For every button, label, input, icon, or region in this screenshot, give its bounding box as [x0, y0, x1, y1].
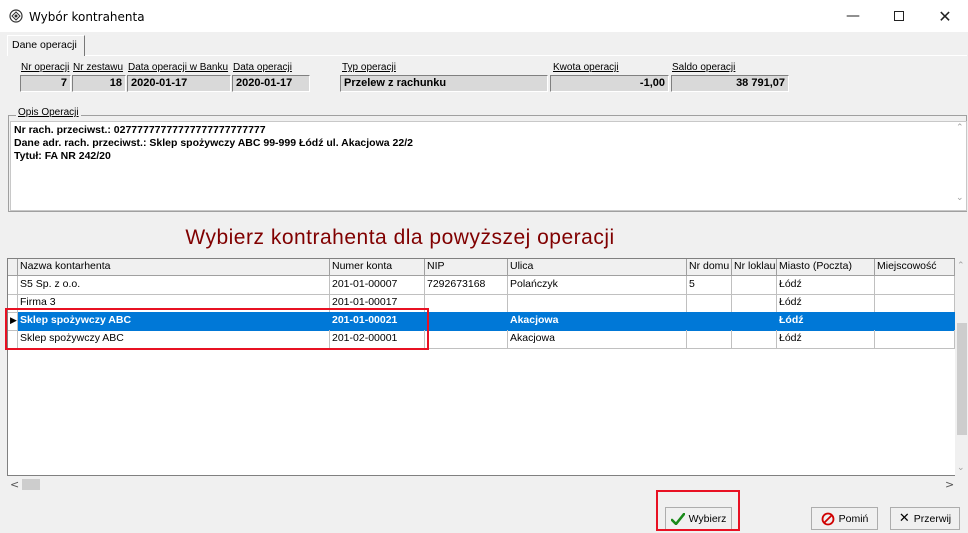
grid-indicator-header	[8, 259, 18, 276]
cancel-x-icon: ✕	[898, 511, 910, 526]
tab-dane-operacji[interactable]: Dane operacji	[7, 35, 85, 56]
wybierz-highlight-box	[656, 490, 740, 531]
row-indicator[interactable]	[8, 276, 18, 295]
data-operacji-label: Data operacji	[233, 62, 292, 73]
scroll-down-icon[interactable]: ⌄	[956, 193, 964, 203]
tab-divider	[7, 55, 967, 56]
table-row-cell[interactable]: Polańczyk	[508, 276, 687, 295]
table-row-cell[interactable]	[425, 294, 508, 313]
col-header-nr-domu[interactable]: Nr domu	[687, 259, 732, 276]
app-icon	[9, 9, 23, 23]
typ-operacji-label: Typ operacji	[342, 62, 396, 73]
table-row-cell-selected[interactable]	[425, 312, 508, 331]
table-row-cell[interactable]	[875, 330, 955, 349]
select-contractor-heading: Wybierz kontrahenta dla powyższej operac…	[185, 226, 615, 249]
col-header-miejscowosc[interactable]: Miejscowość	[875, 259, 955, 276]
data-bank-label: Data operacji w Banku	[128, 62, 229, 73]
table-row-cell[interactable]	[687, 294, 732, 313]
nr-zestawu-label: Nr zestawu	[73, 62, 124, 73]
prohibited-icon	[821, 512, 835, 525]
table-row-cell[interactable]: 7292673168	[425, 276, 508, 295]
grid-scroll-left-icon[interactable]: <	[10, 478, 19, 491]
col-header-miasto[interactable]: Miasto (Poczta)	[777, 259, 875, 276]
col-header-nr-lokalu[interactable]: Nr loklau	[732, 259, 777, 276]
col-header-numer-konta[interactable]: Numer konta	[330, 259, 425, 276]
title-bar	[0, 0, 968, 32]
przerwij-button[interactable]: ✕ Przerwij	[890, 507, 960, 530]
table-row-cell-selected[interactable]	[687, 312, 732, 331]
kwota-operacji-field: -1,00	[550, 75, 669, 92]
pomin-label: Pomiń	[838, 512, 869, 525]
pomin-button[interactable]: Pomiń	[811, 507, 878, 530]
memo-line-account: Nr rach. przeciwst.: 0277777777777777777…	[14, 124, 266, 136]
col-header-nazwa[interactable]: Nazwa kontarhenta	[18, 259, 330, 276]
opis-operacji-label: Opis Operacji	[16, 107, 81, 118]
grid-vertical-thumb[interactable]	[957, 323, 967, 435]
table-row-cell-selected[interactable]: Akacjowa	[508, 312, 687, 331]
data-operacji-field: 2020-01-17	[232, 75, 310, 92]
table-row-cell[interactable]	[875, 276, 955, 295]
col-header-ulica[interactable]: Ulica	[508, 259, 687, 276]
minimize-button[interactable]: —	[830, 0, 876, 32]
table-row-cell-selected[interactable]: Łódź	[777, 312, 875, 331]
typ-operacji-field: Przelew z rachunku	[340, 75, 548, 92]
memo-line-title: Tytuł: FA NR 242/20	[14, 150, 111, 162]
memo-line-address: Dane adr. rach. przeciwst.: Sklep spożyw…	[14, 137, 413, 149]
selection-highlight-box	[5, 308, 429, 350]
scroll-up-icon[interactable]: ⌃	[956, 123, 964, 133]
grid-scroll-down-icon[interactable]: ⌄	[957, 463, 965, 473]
table-row-cell[interactable]: Łódź	[777, 294, 875, 313]
table-row-cell[interactable]: Akacjowa	[508, 330, 687, 349]
kwota-operacji-label: Kwota operacji	[553, 62, 619, 73]
saldo-operacji-field: 38 791,07	[671, 75, 789, 92]
table-row-cell[interactable]	[687, 330, 732, 349]
table-row-cell-selected[interactable]	[732, 312, 777, 331]
table-row-cell[interactable]	[425, 330, 508, 349]
memo-scrollbar[interactable]: ⌃ ⌄	[955, 122, 966, 210]
nr-zestawu-field: 18	[72, 75, 126, 92]
nr-operacji-label: Nr operacji	[21, 62, 70, 73]
table-row-cell[interactable]: 201-01-00007	[330, 276, 425, 295]
grid-horizontal-thumb[interactable]	[22, 479, 40, 490]
table-row-cell[interactable]: S5 Sp. z o.o.	[18, 276, 330, 295]
close-button[interactable]: ✕	[922, 0, 968, 32]
przerwij-label: Przerwij	[913, 512, 952, 525]
grid-scroll-right-icon[interactable]: >	[945, 478, 954, 491]
table-row-cell[interactable]	[875, 294, 955, 313]
table-row-cell[interactable]	[732, 276, 777, 295]
maximize-button[interactable]	[876, 0, 922, 32]
maximize-icon	[894, 11, 904, 21]
grid-horizontal-scrollbar[interactable]: < >	[7, 476, 957, 493]
table-row-cell[interactable]	[732, 330, 777, 349]
table-row-cell[interactable]	[732, 294, 777, 313]
table-row-cell[interactable]: Łódź	[777, 330, 875, 349]
window-title: Wybór kontrahenta	[29, 10, 145, 24]
saldo-operacji-label: Saldo operacji	[672, 62, 736, 73]
nr-operacji-field: 7	[20, 75, 71, 92]
table-row-cell[interactable]: Łódź	[777, 276, 875, 295]
data-bank-field: 2020-01-17	[127, 75, 231, 92]
grid-scroll-up-icon[interactable]: ⌃	[957, 261, 965, 271]
table-row-cell[interactable]	[508, 294, 687, 313]
table-row-cell[interactable]: 5	[687, 276, 732, 295]
table-row-cell-selected[interactable]	[875, 312, 955, 331]
col-header-nip[interactable]: NIP	[425, 259, 508, 276]
